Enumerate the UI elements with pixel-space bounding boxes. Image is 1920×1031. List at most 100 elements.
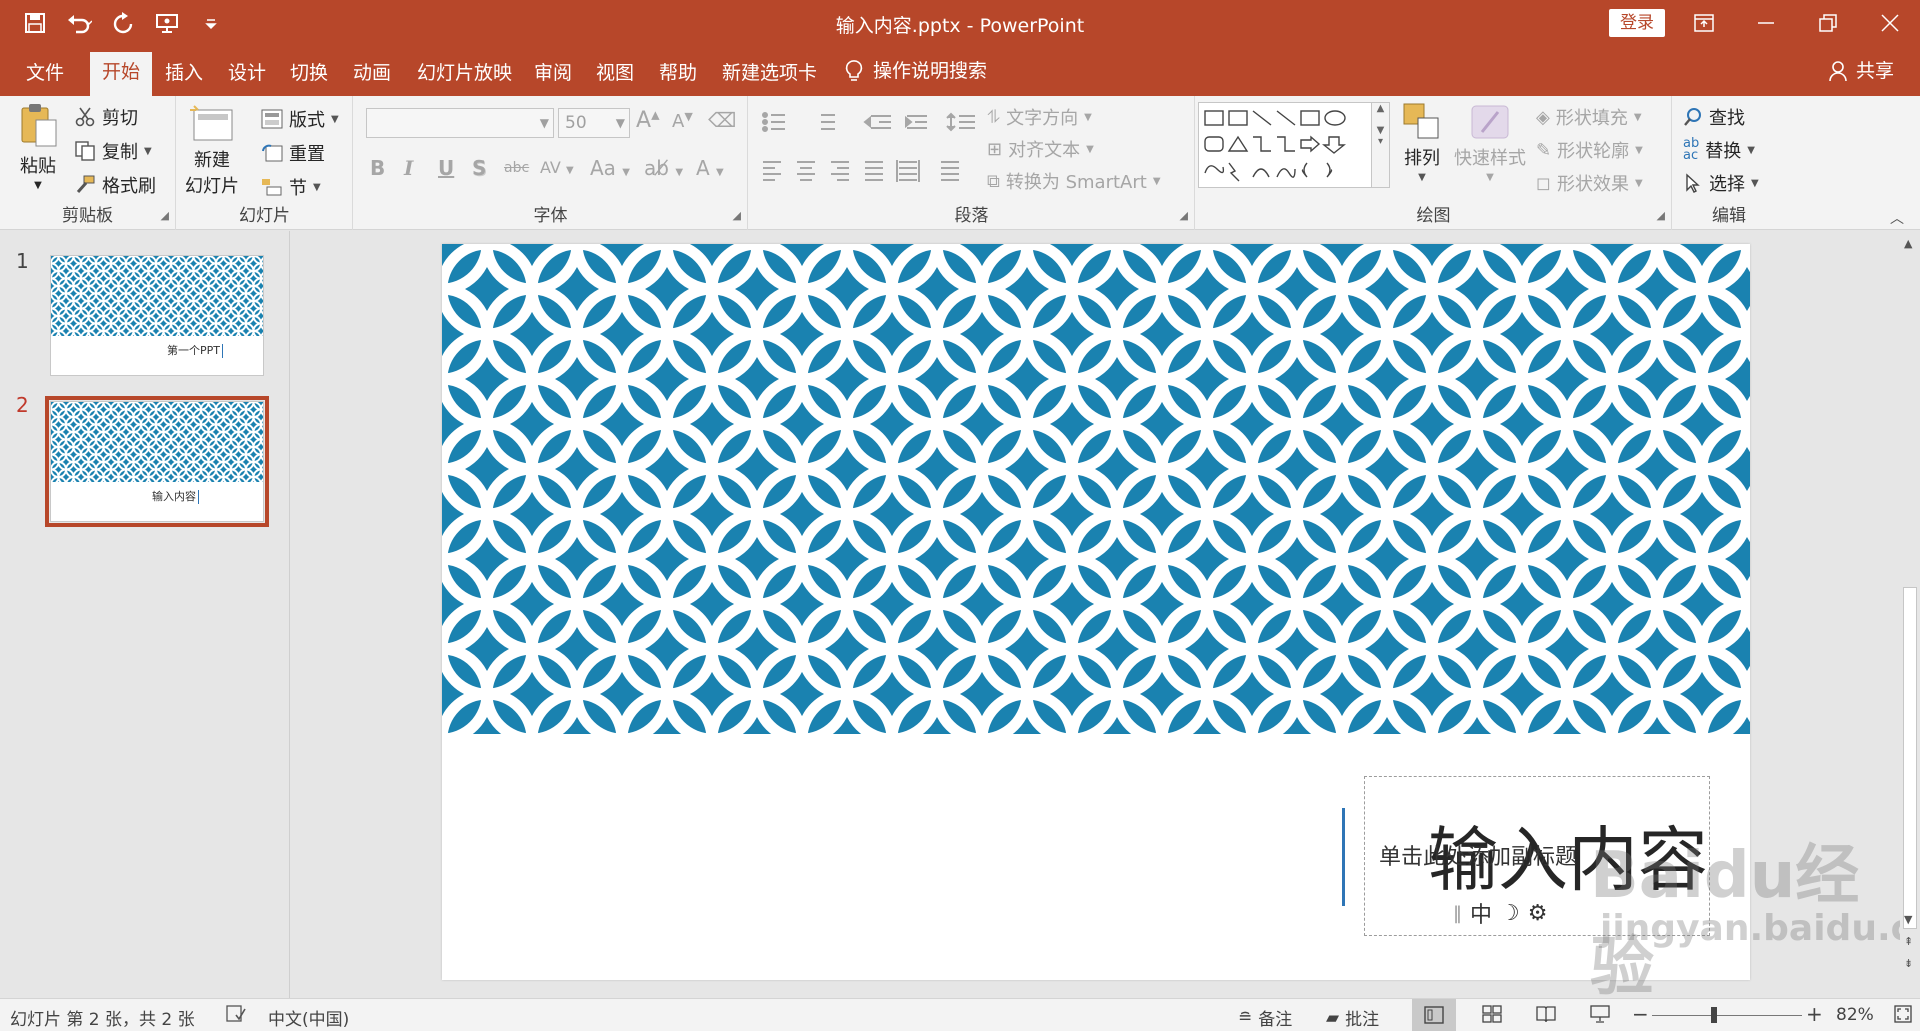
minimize-icon[interactable] <box>1736 0 1796 46</box>
tab-slide-show[interactable]: 幻灯片放映 <box>417 46 512 96</box>
font-launcher-icon[interactable]: ◢ <box>733 209 741 222</box>
slide-thumbnail-2[interactable]: 输入内容 <box>50 401 264 522</box>
highlight-icon[interactable]: ab̸ ▼ <box>644 156 683 180</box>
shape-outline-dropdown-icon: ▼ <box>1635 144 1643 156</box>
zoom-level[interactable]: 82% <box>1836 1005 1874 1025</box>
shrink-font-button[interactable]: A▼ <box>672 110 693 132</box>
paragraph-launcher-icon[interactable]: ◢ <box>1180 209 1188 222</box>
clear-formatting-icon[interactable]: ⌫ <box>708 108 736 132</box>
paste-button[interactable]: 粘贴 ▼ <box>16 102 60 191</box>
font-name-combo[interactable]: ▼ <box>366 108 554 138</box>
slide-number-2: 2 <box>16 393 29 417</box>
section-button[interactable]: 节 ▼ <box>261 174 321 200</box>
tab-transitions[interactable]: 切换 <box>290 46 328 96</box>
find-button[interactable]: 查找 <box>1683 104 1745 130</box>
arrange-button[interactable]: 排列 ▼ <box>1402 102 1442 183</box>
alignment-icons[interactable] <box>761 158 983 182</box>
strikethrough-button[interactable]: abc <box>504 160 529 176</box>
previous-slide-icon[interactable]: ⇞ <box>1904 935 1913 948</box>
normal-view-button[interactable] <box>1412 999 1456 1031</box>
character-spacing-button[interactable]: AV ▼ <box>540 158 574 177</box>
drawing-launcher-icon[interactable]: ◢ <box>1657 209 1665 222</box>
reading-view-icon[interactable] <box>1536 1005 1556 1023</box>
paste-dropdown-icon[interactable]: ▼ <box>34 180 42 191</box>
copy-button[interactable]: 复制 ▼ <box>74 138 152 164</box>
tab-new-tab[interactable]: 新建选项卡 <box>722 46 817 96</box>
copy-dropdown-icon[interactable]: ▼ <box>144 146 152 157</box>
collapse-ribbon-icon[interactable]: ︿ <box>1890 208 1904 228</box>
zoom-slider-track[interactable] <box>1652 1015 1802 1016</box>
lightbulb-icon <box>845 60 863 81</box>
restore-icon[interactable] <box>1798 0 1858 46</box>
layout-button[interactable]: 版式 ▼ <box>261 106 339 132</box>
scrollbar-thumb[interactable] <box>1903 587 1917 929</box>
language-status[interactable]: 中文(中国) <box>268 1005 349 1030</box>
ribbon-display-options-icon[interactable] <box>1674 0 1734 46</box>
reset-button[interactable]: 重置 <box>261 140 325 166</box>
thumbnail-title-2: 输入内容 <box>51 488 199 504</box>
comments-button[interactable]: ▰ 批注 <box>1326 1005 1379 1031</box>
share-button[interactable]: 共享 <box>1828 46 1894 96</box>
select-button[interactable]: 选择 ▼ <box>1683 170 1759 196</box>
font-size-combo[interactable]: 50 ▼ <box>558 108 630 138</box>
slide-sorter-icon[interactable] <box>1482 1005 1502 1023</box>
tab-help[interactable]: 帮助 <box>659 46 697 96</box>
fit-slide-icon[interactable] <box>1894 1005 1912 1023</box>
shapes-gallery[interactable]: ▲ ▼ ▾ <box>1198 102 1390 188</box>
scroll-down-icon[interactable]: ▼ <box>1904 913 1912 926</box>
align-text-label: 对齐文本 <box>1008 140 1081 161</box>
next-slide-icon[interactable]: ⇟ <box>1904 957 1913 970</box>
clipboard-group: 粘贴 ▼ 剪切 复制 ▼ 格式刷 剪贴板 ◢ <box>0 96 176 230</box>
convert-smartart-button[interactable]: ⧉ 转换为 SmartArt ▼ <box>987 168 1161 194</box>
shadow-button[interactable]: S <box>472 156 486 180</box>
tab-view[interactable]: 视图 <box>596 46 634 96</box>
shape-effects-button[interactable]: ◻ 形状效果 ▼ <box>1536 170 1643 196</box>
shape-outline-button[interactable]: ✎ 形状轮廓 ▼ <box>1536 137 1643 163</box>
grow-font-button[interactable]: A▲ <box>636 108 660 133</box>
clipboard-launcher-icon[interactable]: ◢ <box>161 209 169 222</box>
underline-button[interactable]: U <box>438 156 454 180</box>
tab-design[interactable]: 设计 <box>228 46 266 96</box>
list-indent-icons[interactable] <box>761 110 979 134</box>
shapes-gallery-scroll[interactable]: ▲ ▼ ▾ <box>1371 103 1389 187</box>
section-icon <box>262 179 282 196</box>
scroll-up-icon[interactable]: ▲ <box>1904 237 1912 250</box>
slide-thumbnail-1[interactable]: 第一个PPT <box>50 255 264 376</box>
replace-icon: ab ac <box>1683 136 1700 163</box>
spell-check-icon[interactable] <box>226 1005 246 1023</box>
format-painter-button[interactable]: 格式刷 <box>74 172 156 198</box>
tab-file[interactable]: 文件 <box>26 46 64 96</box>
replace-button[interactable]: ab ac 替换 ▼ <box>1683 137 1755 163</box>
cut-button[interactable]: 剪切 <box>74 104 138 130</box>
change-case-button[interactable]: Aa ▼ <box>590 156 630 180</box>
shape-fill-label: 形状填充 <box>1555 108 1628 129</box>
new-slide-button[interactable]: 新建 幻灯片 <box>185 102 239 198</box>
tell-me-label: 操作说明搜索 <box>873 60 988 82</box>
tab-insert[interactable]: 插入 <box>165 46 203 96</box>
font-color-icon[interactable]: A ▼ <box>696 156 724 180</box>
slideshow-view-icon[interactable] <box>1590 1005 1610 1023</box>
align-text-button[interactable]: ⊞ 对齐文本 ▼ <box>987 136 1094 162</box>
tab-home[interactable]: 开始 <box>90 52 152 96</box>
zoom-in-icon[interactable]: + <box>1806 1002 1823 1026</box>
zoom-out-icon[interactable]: − <box>1632 1002 1649 1026</box>
font-size-dropdown-icon: ▼ <box>615 116 625 130</box>
sign-in-button[interactable]: 登录 <box>1609 9 1665 37</box>
tab-animations[interactable]: 动画 <box>353 46 391 96</box>
tab-review[interactable]: 审阅 <box>534 46 572 96</box>
quick-styles-button[interactable]: 快速样式 ▼ <box>1454 102 1526 183</box>
shape-fill-button[interactable]: ◈ 形状填充 ▼ <box>1536 104 1642 130</box>
tell-me-search[interactable]: 操作说明搜索 <box>845 46 987 96</box>
zoom-slider-thumb[interactable] <box>1711 1007 1717 1023</box>
text-direction-button[interactable]: ⥮ 文字方向 ▼ <box>987 104 1092 130</box>
bold-button[interactable]: B <box>370 156 385 180</box>
editing-group-label: 编辑 <box>1712 206 1746 226</box>
slide-canvas[interactable]: 输入内容 单击此处添加副标题 ‖ 中 ☽ ⚙ <box>442 244 1750 980</box>
close-icon[interactable] <box>1860 0 1920 46</box>
vertical-scrollbar[interactable]: ▲ ▼ ⇞ ⇟ <box>1900 231 1920 998</box>
italic-button[interactable]: I <box>404 156 413 180</box>
shape-fill-dropdown-icon: ▼ <box>1633 111 1642 123</box>
new-slide-label-1: 新建 <box>194 150 230 171</box>
ime-toolbar[interactable]: ‖ 中 ☽ ⚙ <box>1453 897 1547 929</box>
notes-button[interactable]: ≘ 备注 <box>1238 1005 1292 1031</box>
